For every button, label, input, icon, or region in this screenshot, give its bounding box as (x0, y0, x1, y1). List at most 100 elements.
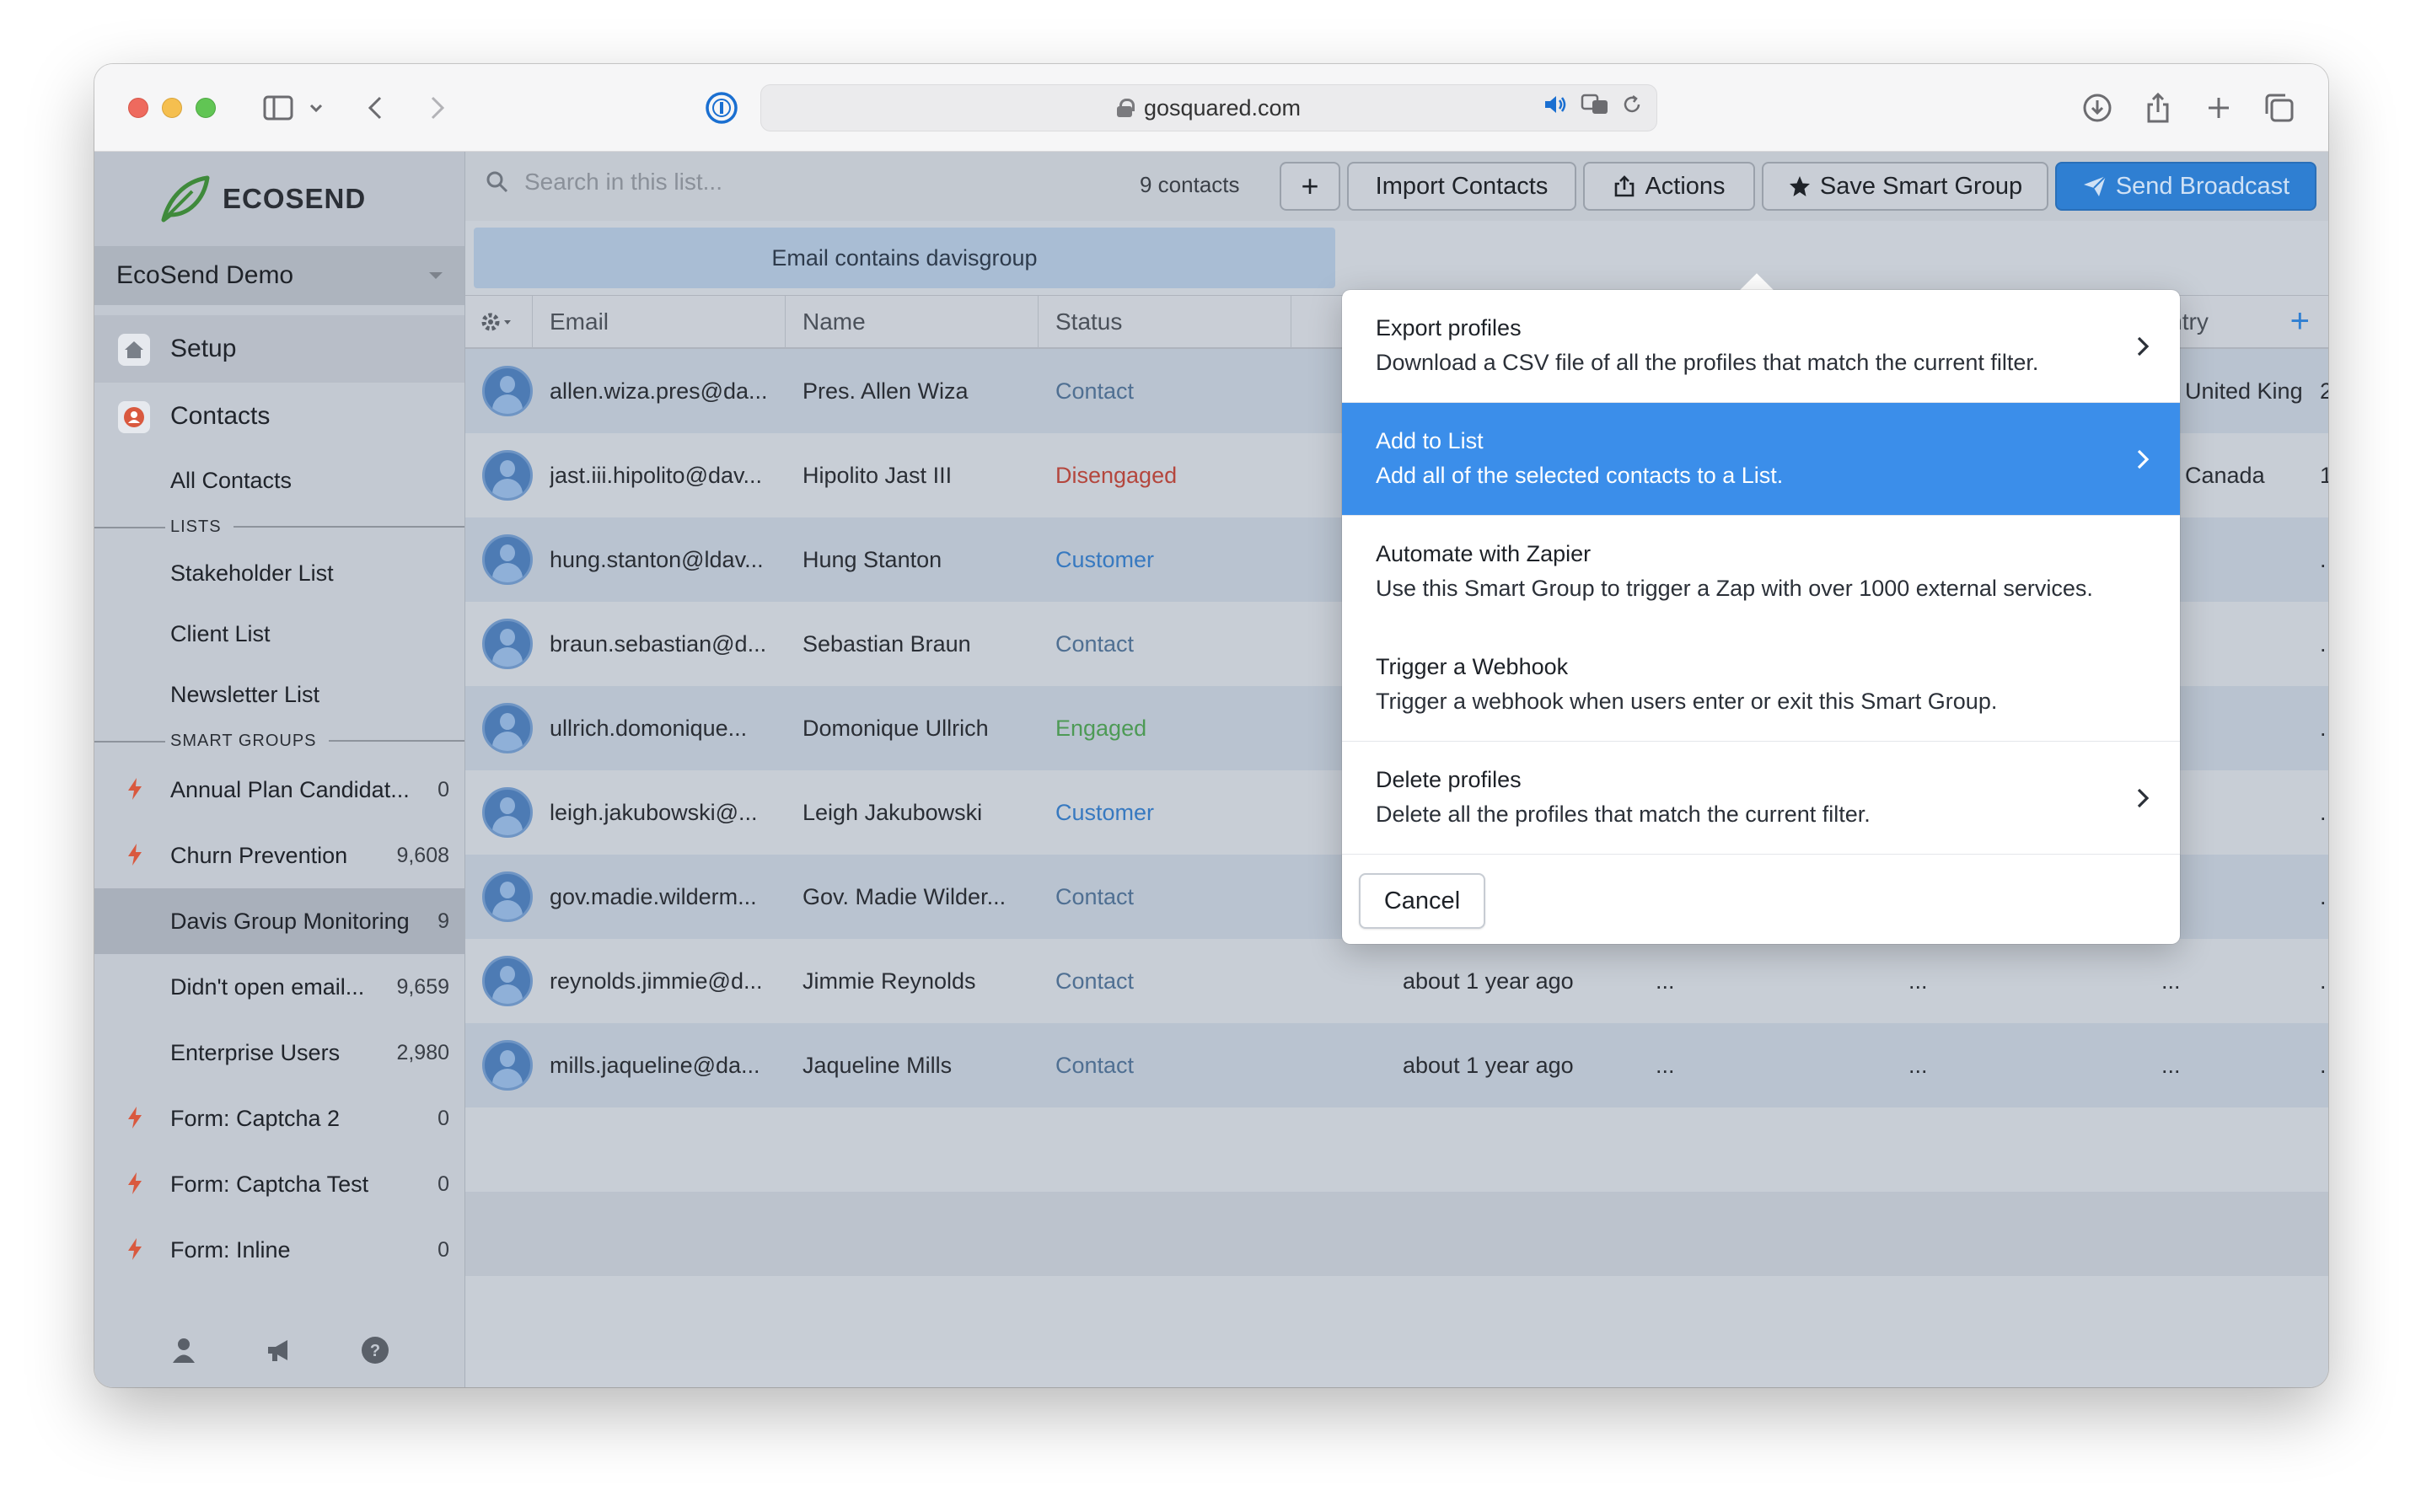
column-email[interactable]: Email (533, 296, 786, 348)
back-arrow-icon[interactable] (362, 88, 388, 128)
email-cell: leigh.jakubowski@... (550, 799, 758, 825)
add-contact-button[interactable]: + (1280, 162, 1340, 211)
download-icon[interactable] (2080, 88, 2114, 128)
speaker-icon[interactable] (1543, 94, 1569, 121)
home-icon (118, 334, 150, 366)
country-cell: Canada (2185, 462, 2265, 488)
help-icon[interactable]: ? (361, 1336, 389, 1369)
smart-group-item[interactable]: Davis Group Monitoring 9 (94, 888, 464, 954)
column-email-label: Email (550, 308, 609, 335)
menu-item-title: Trigger a Webhook (1376, 654, 1569, 679)
actions-button-label: Actions (1645, 172, 1726, 200)
email-cell: hung.stanton@ldav... (550, 546, 764, 572)
nav-contacts[interactable]: Contacts (94, 383, 464, 450)
smart-group-count: 9 (437, 909, 449, 933)
empty-row (465, 1107, 2328, 1192)
property-cell: ... (1908, 1052, 1928, 1078)
actions-menu-item[interactable]: Automate with Zapier Use this Smart Group… (1342, 516, 2180, 629)
contacts-count: 9 contacts (1140, 172, 1240, 197)
avatar (482, 1040, 533, 1091)
smart-group-item[interactable]: Churn Prevention 9,608 (94, 823, 464, 888)
import-contacts-button[interactable]: Import Contacts (1347, 162, 1576, 211)
status-cell: Customer (1055, 799, 1155, 825)
status-cell: Engaged (1055, 715, 1147, 741)
property-cell: ... (1656, 1052, 1675, 1078)
smart-group-item[interactable]: Form: Captcha Test 0 (94, 1151, 464, 1217)
save-smart-group-button[interactable]: Save Smart Group (1762, 162, 2048, 211)
chevron-right-icon (2136, 787, 2150, 813)
column-name[interactable]: Name (786, 296, 1039, 348)
save-group-label: Save Smart Group (1819, 172, 2023, 200)
status-cell: Disengaged (1055, 462, 1178, 488)
send-broadcast-button[interactable]: Send Broadcast (2055, 162, 2316, 211)
nav-setup[interactable]: Setup (94, 315, 464, 383)
actions-dropdown: Export profiles Download a CSV file of al… (1342, 290, 2180, 944)
avatar (482, 534, 533, 585)
menu-item-title: Export profiles (1376, 315, 1522, 340)
filter-chip[interactable]: Email contains davisgroup (474, 228, 1335, 288)
nav-setup-label: Setup (170, 335, 237, 362)
cancel-button[interactable]: Cancel (1359, 873, 1485, 929)
email-cell: ullrich.domonique... (550, 715, 748, 741)
megaphone-icon[interactable] (266, 1338, 293, 1366)
actions-menu-item[interactable]: Add to List Add all of the selected conta… (1342, 403, 2180, 516)
account-selector[interactable]: EcoSend Demo (94, 246, 464, 305)
translate-icon[interactable] (1581, 94, 1609, 121)
add-column-icon[interactable]: + (2290, 303, 2310, 340)
user-icon[interactable] (170, 1337, 197, 1368)
logo[interactable]: ECOSEND (94, 152, 464, 246)
share-icon[interactable] (2141, 88, 2175, 128)
nav-all-contacts[interactable]: All Contacts (94, 450, 464, 511)
actions-menu-item[interactable]: Export profiles Download a CSV file of al… (1342, 290, 2180, 403)
smart-group-count: 0 (437, 1106, 449, 1130)
close-window-button[interactable] (128, 98, 148, 118)
name-cell: Gov. Madie Wilder... (803, 883, 1007, 909)
new-tab-icon[interactable] (2202, 88, 2236, 128)
overflow-cell: 2 (2320, 378, 2328, 404)
smart-group-item[interactable]: Annual Plan Candidat... 0 (94, 757, 464, 823)
forward-arrow-icon[interactable] (425, 88, 450, 128)
actions-button[interactable]: Actions (1583, 162, 1755, 211)
actions-menu-item[interactable]: Trigger a Webhook Trigger a webhook when … (1342, 629, 2180, 742)
smart-group-label: Form: Captcha Test (170, 1171, 369, 1197)
column-settings-button[interactable] (465, 296, 533, 348)
list-item[interactable]: Stakeholder List (94, 543, 464, 603)
table-row[interactable]: reynolds.jimmie@d... Jimmie Reynolds Conta… (465, 939, 2328, 1023)
smart-group-label: Form: Captcha 2 (170, 1105, 341, 1131)
search-input[interactable]: Search in this list... (486, 169, 722, 196)
lightning-bolt-icon (126, 843, 143, 872)
last-seen-cell: about 1 year ago (1403, 1052, 1574, 1078)
sidebar-toggle-icon[interactable] (260, 88, 297, 128)
nav-contacts-label: Contacts (170, 402, 271, 430)
chevron-down-icon[interactable] (305, 88, 327, 128)
overflow-cell: . (2320, 546, 2327, 572)
smart-group-label: Churn Prevention (170, 842, 348, 868)
column-status[interactable]: Status (1039, 296, 1291, 348)
actions-menu-item[interactable]: Delete profiles Delete all the profiles t… (1342, 742, 2180, 855)
zoom-window-button[interactable] (196, 98, 216, 118)
table-row[interactable]: mills.jaqueline@da... Jaqueline Mills Cont… (465, 1023, 2328, 1107)
smart-group-label: Form: Inline (170, 1236, 291, 1263)
smart-group-item[interactable]: Form: Inline 0 (94, 1217, 464, 1283)
smart-group-item[interactable]: Didn't open email... 9,659 (94, 954, 464, 1020)
status-cell: Customer (1055, 546, 1155, 572)
smart-group-item[interactable]: Form: Captcha 2 0 (94, 1086, 464, 1151)
list-item-label: Newsletter List (170, 681, 320, 707)
menu-item-description: Download a CSV file of all the profiles … (1376, 350, 2039, 375)
list-item[interactable]: Newsletter List (94, 664, 464, 725)
reload-icon[interactable] (1621, 94, 1643, 121)
list-item[interactable]: Client List (94, 603, 464, 664)
tab-overview-icon[interactable] (2263, 88, 2296, 128)
email-cell: mills.jaqueline@da... (550, 1052, 760, 1078)
name-cell: Sebastian Braun (803, 630, 971, 657)
menu-item-description: Use this Smart Group to trigger a Zap wi… (1376, 576, 2093, 601)
menu-item-description: Delete all the profiles that match the c… (1376, 802, 1871, 827)
password-manager-icon[interactable] (703, 88, 740, 128)
property-cell: ... (2161, 1052, 2181, 1078)
address-bar[interactable]: gosquared.com (760, 84, 1657, 131)
smart-group-label: Davis Group Monitoring (170, 908, 410, 934)
email-cell: reynolds.jimmie@d... (550, 968, 763, 994)
contact-card-icon (118, 401, 150, 433)
smart-group-item[interactable]: Enterprise Users 2,980 (94, 1020, 464, 1086)
minimize-window-button[interactable] (162, 98, 182, 118)
